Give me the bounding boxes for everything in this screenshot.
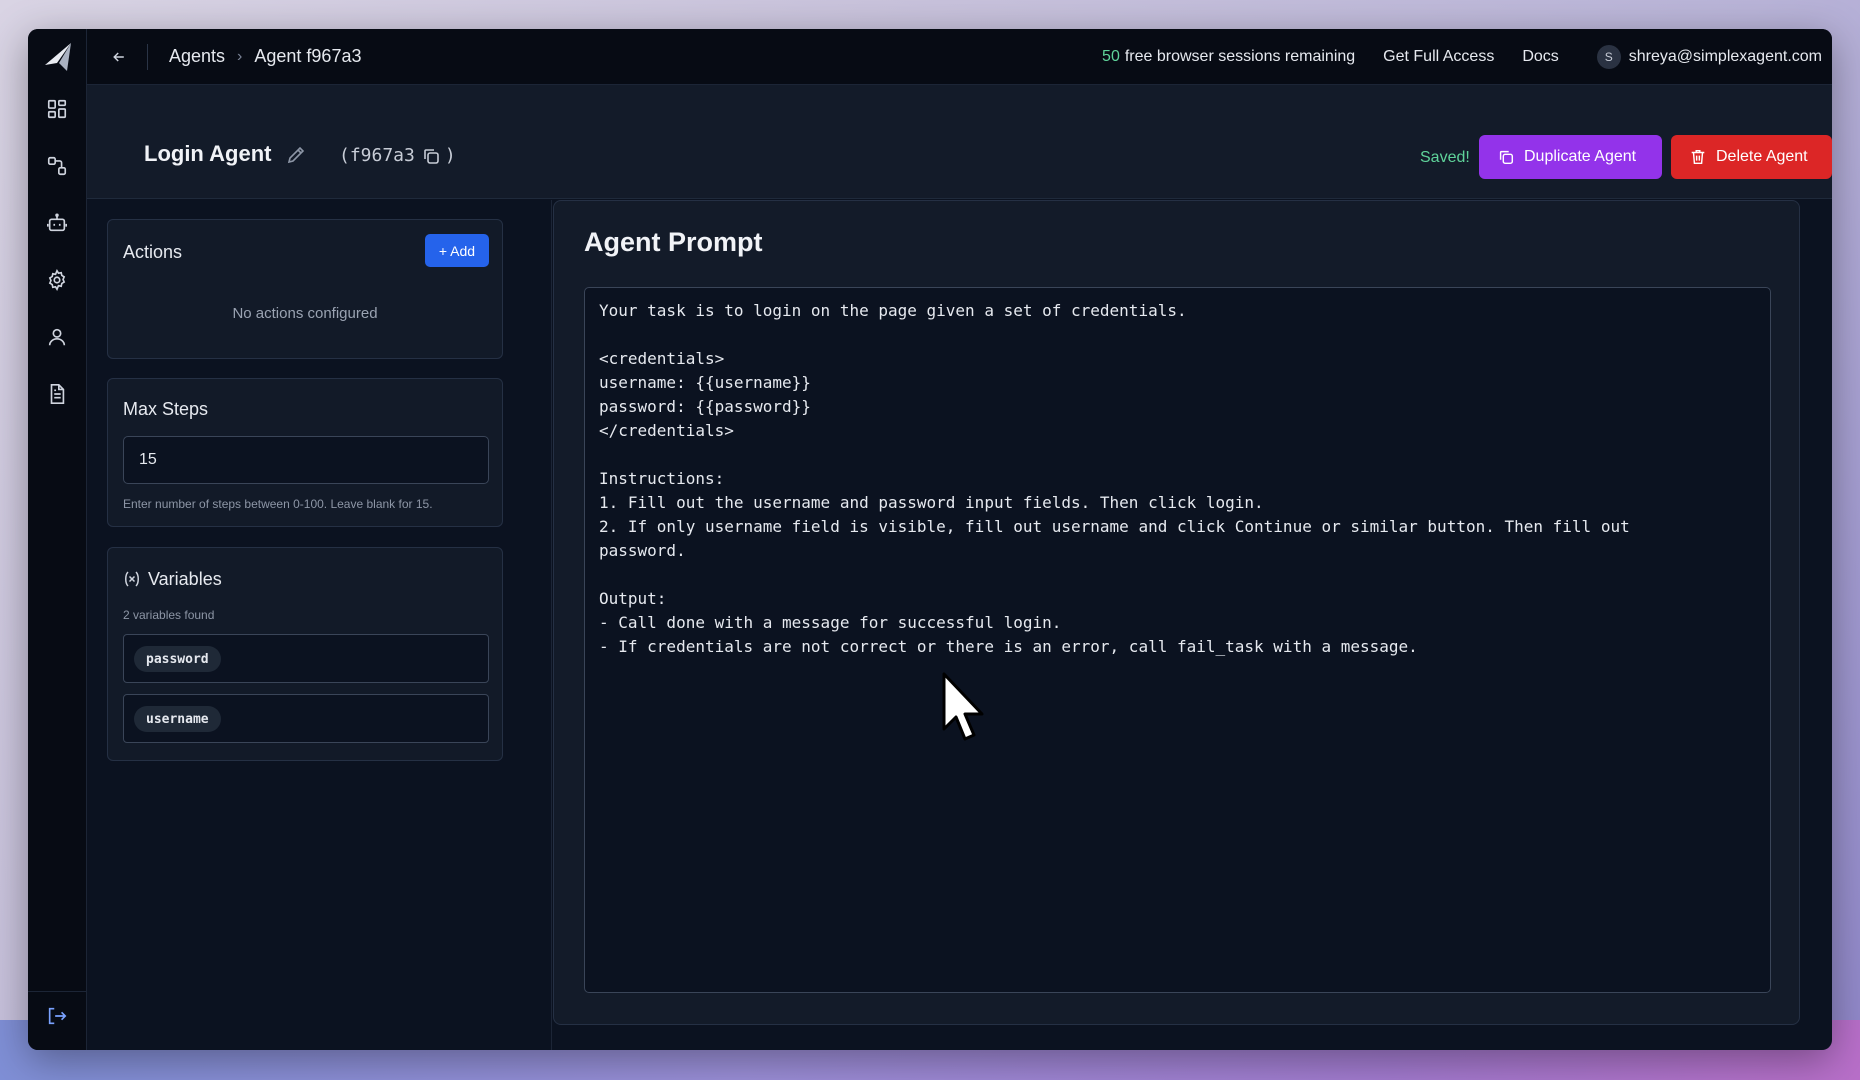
back-arrow-icon[interactable] xyxy=(109,47,129,67)
max-steps-input[interactable]: 15 xyxy=(123,436,489,484)
variables-title: Variables xyxy=(148,569,222,589)
agent-header: Login Agent (f967a3 ) Saved! Duplicate A… xyxy=(87,85,1832,199)
actions-card: Actions + Add No actions configured xyxy=(107,219,503,359)
agent-id-value: (f967a3 xyxy=(339,145,415,166)
agent-id: (f967a3 ) xyxy=(339,145,456,166)
agent-prompt-textarea[interactable]: Your task is to login on the page given … xyxy=(584,287,1771,993)
gear-icon[interactable] xyxy=(45,268,69,292)
app-window: Agents › Agent f967a3 50 free browser se… xyxy=(28,29,1832,1050)
logo-icon[interactable] xyxy=(43,41,73,73)
delete-agent-button[interactable]: Delete Agent xyxy=(1671,135,1832,179)
add-action-button[interactable]: + Add xyxy=(425,234,489,267)
variable-chip: password xyxy=(134,646,221,672)
top-bar: Agents › Agent f967a3 50 free browser se… xyxy=(87,29,1832,85)
actions-title: Actions xyxy=(123,242,183,262)
breadcrumb-agents[interactable]: Agents xyxy=(169,46,225,67)
agent-prompt-card: Agent Prompt Your task is to login on th… xyxy=(553,200,1800,1025)
dashboard-icon[interactable] xyxy=(45,97,69,121)
topbar-right: 50 free browser sessions remaining Get F… xyxy=(1102,44,1822,69)
saved-status: Saved! xyxy=(1420,149,1470,166)
actions-empty-text: No actions configured xyxy=(232,305,378,322)
variable-icon xyxy=(123,570,141,588)
variables-card: Variables 2 variables found password use… xyxy=(107,547,503,761)
rail-divider xyxy=(28,991,86,992)
topbar-divider xyxy=(147,43,148,70)
breadcrumb-current: Agent f967a3 xyxy=(254,46,362,66)
variable-row[interactable]: password xyxy=(123,634,489,683)
trash-icon xyxy=(1691,149,1705,165)
variable-row[interactable]: username xyxy=(123,694,489,743)
logout-icon[interactable] xyxy=(45,1004,69,1028)
docs-link[interactable]: Docs xyxy=(1522,48,1558,66)
mouse-cursor-icon xyxy=(941,671,991,747)
variable-chip: username xyxy=(134,706,221,732)
duplicate-agent-label: Duplicate Agent xyxy=(1524,148,1637,165)
left-rail xyxy=(28,29,87,1050)
chevron-right-icon: › xyxy=(237,47,243,65)
duplicate-agent-button[interactable]: Duplicate Agent xyxy=(1479,135,1662,179)
get-full-access-link[interactable]: Get Full Access xyxy=(1383,48,1494,66)
max-steps-title: Max Steps xyxy=(123,399,209,419)
copy-icon[interactable] xyxy=(421,146,441,166)
user-icon[interactable] xyxy=(45,325,69,349)
left-panel: Actions + Add No actions configured Max … xyxy=(87,200,552,1050)
sessions-count: 50 xyxy=(1102,47,1120,65)
document-icon[interactable] xyxy=(45,382,69,406)
sessions-text: free browser sessions remaining xyxy=(1124,47,1356,65)
workflow-icon[interactable] xyxy=(45,154,69,178)
bot-icon[interactable] xyxy=(45,211,69,235)
variables-count: 2 variables found xyxy=(123,608,215,622)
avatar[interactable]: S xyxy=(1596,44,1621,69)
copy-icon xyxy=(1499,150,1514,165)
pencil-icon[interactable] xyxy=(286,145,306,165)
user-email[interactable]: shreya@simplexagent.com xyxy=(1629,48,1822,66)
agent-name: Login Agent xyxy=(144,141,272,166)
max-steps-card: Max Steps 15 Enter number of steps betwe… xyxy=(107,378,503,527)
agent-id-close: ) xyxy=(444,145,456,166)
agent-prompt-title: Agent Prompt xyxy=(584,227,763,257)
delete-agent-label: Delete Agent xyxy=(1716,148,1808,165)
max-steps-help: Enter number of steps between 0-100. Lea… xyxy=(123,497,433,511)
